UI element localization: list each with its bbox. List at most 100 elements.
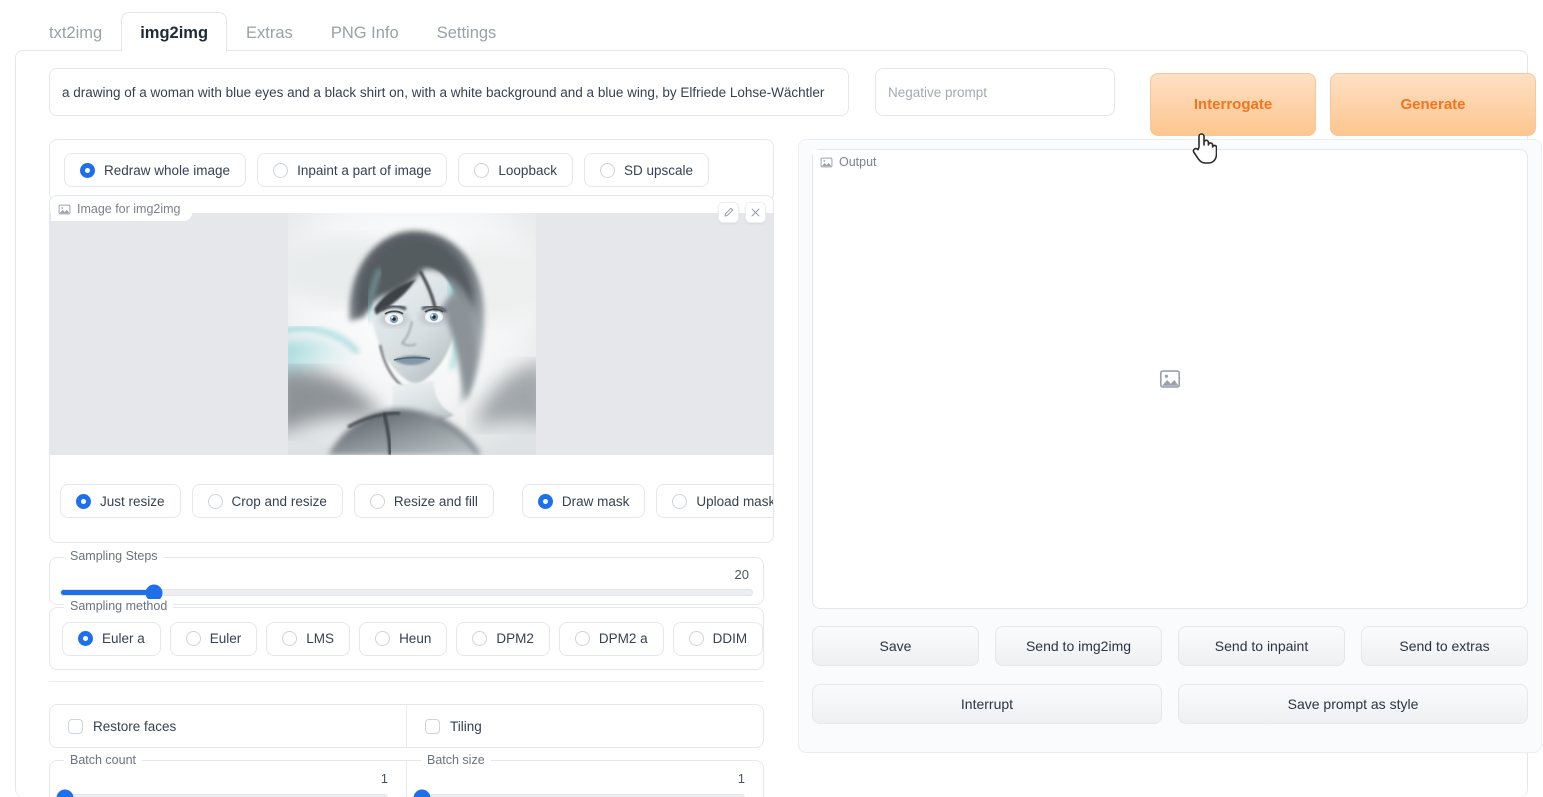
checkbox-icon — [425, 718, 440, 734]
save-prompt-as-style-button[interactable]: Save prompt as style — [1178, 684, 1528, 724]
image-input-label: Image for img2img — [51, 197, 192, 221]
resize-mask-row: Just resize Crop and resize Resize and f… — [50, 459, 773, 542]
slider-thumb[interactable] — [413, 789, 431, 797]
restore-faces-label: Restore faces — [93, 718, 177, 734]
radio-icon-selected — [537, 493, 553, 509]
radio-icon — [369, 493, 385, 509]
sampler-label: DPM2 a — [598, 631, 648, 646]
resize-label: Just resize — [100, 493, 165, 509]
clear-image-button[interactable] — [745, 202, 766, 223]
tab-bar: txt2img img2img Extras PNG Info Settings — [0, 0, 1543, 53]
image-placeholder-icon — [1159, 370, 1181, 388]
radio-icon — [672, 493, 688, 509]
sampler-label: DDIM — [712, 631, 748, 646]
output-label-text: Output — [839, 155, 877, 169]
mode-label: Loopback — [498, 162, 557, 178]
generate-button[interactable]: Generate — [1330, 73, 1536, 136]
output-label: Output — [813, 150, 888, 174]
sampler-label: Heun — [399, 631, 432, 646]
batch-panel: Batch count 1 Batch size 1 — [49, 753, 764, 797]
sampler-option-heun[interactable]: Heun — [359, 621, 448, 656]
tiling-label: Tiling — [450, 718, 482, 734]
mask-option-upload-mask[interactable]: Upload mask — [656, 484, 773, 518]
mode-selector: Redraw whole image Inpaint a part of ima… — [49, 139, 774, 201]
sampler-option-euler[interactable]: Euler — [169, 621, 258, 656]
tab-png-info[interactable]: PNG Info — [312, 12, 418, 53]
radio-icon-selected — [76, 493, 91, 509]
sampling-steps-group: Sampling Steps 20 — [49, 549, 764, 605]
resize-mode-selector: Just resize Crop and resize Resize and f… — [60, 484, 494, 518]
tab-extras[interactable]: Extras — [227, 12, 312, 53]
radio-icon-selected — [80, 162, 95, 178]
send-to-extras-button[interactable]: Send to extras — [1361, 626, 1528, 666]
send-to-img2img-button[interactable]: Send to img2img — [995, 626, 1162, 666]
mode-label: Inpaint a part of image — [297, 162, 432, 178]
radio-icon — [273, 162, 289, 178]
interrupt-button[interactable]: Interrupt — [812, 684, 1162, 724]
mode-option-inpaint-a-part-of-image[interactable]: Inpaint a part of image — [257, 153, 448, 187]
tab-txt2img[interactable]: txt2img — [30, 12, 121, 53]
tab-settings[interactable]: Settings — [418, 12, 516, 53]
close-icon — [751, 208, 760, 217]
radio-icon — [688, 631, 704, 646]
sampler-option-dpm2[interactable]: DPM2 — [456, 621, 550, 656]
resize-option-resize-and-fill[interactable]: Resize and fill — [353, 484, 494, 518]
tab-img2img[interactable]: img2img — [121, 11, 228, 52]
batch-count-group: Batch count 1 — [50, 753, 406, 797]
output-actions-row-2: Interrupt Save prompt as style — [812, 684, 1528, 724]
pencil-icon — [724, 207, 734, 217]
prompt-input[interactable]: a drawing of a woman with blue eyes and … — [49, 68, 849, 116]
radio-icon — [474, 162, 490, 178]
save-button[interactable]: Save — [812, 626, 979, 666]
mask-option-draw-mask[interactable]: Draw mask — [521, 484, 646, 518]
prompt-row: a drawing of a woman with blue eyes and … — [49, 68, 1536, 140]
source-image-portrait[interactable] — [287, 213, 536, 455]
resize-option-crop-and-resize[interactable]: Crop and resize — [191, 484, 343, 518]
resize-label: Resize and fill — [393, 493, 478, 509]
tiling-checkbox[interactable]: Tiling — [407, 718, 763, 734]
mode-option-redraw-whole-image[interactable]: Redraw whole image — [64, 153, 247, 187]
restore-faces-checkbox[interactable]: Restore faces — [50, 718, 406, 734]
mode-label: SD upscale — [623, 162, 694, 178]
image-toolbar — [718, 202, 766, 223]
interrogate-button[interactable]: Interrogate — [1150, 73, 1316, 136]
mode-option-loopback[interactable]: Loopback — [458, 153, 573, 187]
radio-icon — [599, 162, 615, 178]
output-panel: Output — [812, 149, 1528, 609]
output-actions-row-1: Save Send to img2img Send to inpaint Sen… — [812, 626, 1528, 666]
resize-label: Crop and resize — [231, 493, 327, 509]
sampling-method-label: Sampling method — [64, 599, 174, 613]
mode-option-sd-upscale[interactable]: SD upscale — [583, 153, 710, 187]
radio-icon-selected — [78, 631, 93, 646]
sampling-steps-value: 20 — [734, 567, 749, 582]
output-image-area[interactable] — [812, 149, 1528, 609]
slider-thumb[interactable] — [56, 789, 74, 797]
radio-icon — [207, 493, 223, 509]
sampler-option-dpm2-a[interactable]: DPM2 a — [558, 621, 664, 656]
sampler-option-lms[interactable]: LMS — [266, 621, 351, 656]
section-divider — [49, 681, 764, 682]
send-to-inpaint-button[interactable]: Send to inpaint — [1178, 626, 1345, 666]
sampling-method-group: Sampling method Euler a Euler LMS Heun D… — [49, 599, 764, 670]
mask-mode-selector: Draw mask Upload mask — [521, 484, 773, 518]
image-icon — [820, 157, 833, 167]
sampler-label: Euler — [209, 631, 242, 646]
batch-size-group: Batch size 1 — [407, 753, 763, 797]
sampling-steps-slider[interactable] — [60, 584, 753, 601]
sampler-label: DPM2 — [496, 631, 534, 646]
edit-image-button[interactable] — [718, 202, 739, 223]
checkbox-icon — [68, 718, 83, 734]
sampler-label: Euler a — [102, 631, 145, 646]
image-input-label-text: Image for img2img — [77, 202, 181, 216]
radio-icon — [375, 631, 391, 646]
main-panel: a drawing of a woman with blue eyes and … — [15, 50, 1542, 797]
batch-size-label: Batch size — [421, 753, 491, 767]
radio-icon — [282, 631, 298, 646]
image-canvas[interactable] — [50, 213, 773, 455]
resize-option-just-resize[interactable]: Just resize — [60, 484, 181, 518]
sampler-option-euler-a[interactable]: Euler a — [62, 621, 161, 656]
left-column: Redraw whole image Inpaint a part of ima… — [49, 139, 774, 797]
sampler-option-ddim[interactable]: DDIM — [672, 621, 764, 656]
negative-prompt-input[interactable]: Negative prompt — [875, 68, 1115, 116]
right-column: Output Save Send to img2img Send to inpa… — [798, 139, 1542, 797]
